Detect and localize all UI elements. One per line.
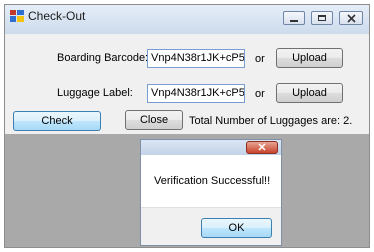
ok-button[interactable]: OK	[201, 218, 272, 238]
or-text: or	[255, 53, 265, 65]
dialog-close-button[interactable]: ✕	[246, 141, 278, 154]
check-button[interactable]: Check	[13, 111, 101, 131]
close-window-button[interactable]	[339, 11, 363, 25]
maximize-button[interactable]	[311, 11, 333, 25]
window-title: Check-Out	[28, 9, 86, 23]
total-luggages-text: Total Number of Luggages are: 2.	[189, 115, 353, 127]
upload-luggage-button[interactable]: Upload	[276, 83, 343, 103]
dialog-message: Verification Successful!!	[154, 175, 271, 187]
close-button[interactable]: Close	[125, 110, 183, 130]
maximize-icon	[318, 15, 326, 21]
app-window-icon	[10, 10, 24, 22]
close-icon	[346, 13, 356, 23]
boarding-barcode-label: Boarding Barcode:	[57, 52, 149, 64]
minimize-icon	[290, 19, 298, 22]
luggage-label-label: Luggage Label:	[57, 87, 133, 99]
boarding-barcode-input[interactable]: Vnp4N38r1JK+cP5c	[147, 49, 245, 68]
upload-boarding-button[interactable]: Upload	[276, 48, 343, 68]
luggage-label-input[interactable]: Vnp4N38r1JK+cP5c	[147, 84, 245, 103]
minimize-button[interactable]	[283, 11, 305, 25]
or-text: or	[255, 88, 265, 100]
close-icon: ✕	[257, 142, 267, 154]
